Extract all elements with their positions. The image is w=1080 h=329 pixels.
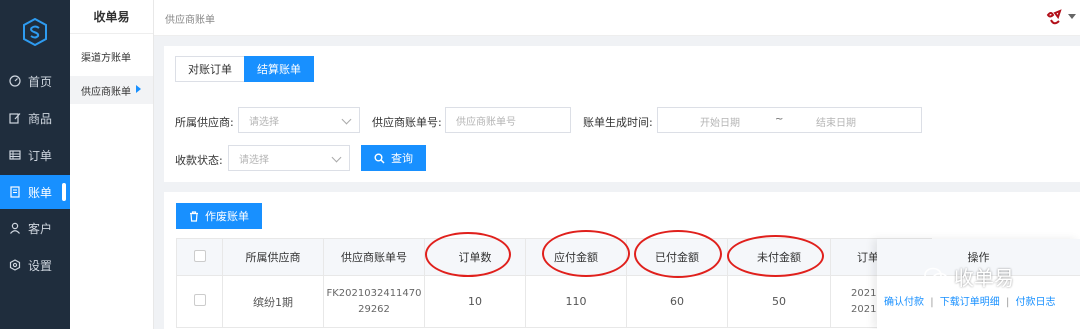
watermark: 收单易 xyxy=(924,262,1014,291)
sidebar-item-bills[interactable]: 账单 xyxy=(0,175,70,209)
chevron-down-icon[interactable] xyxy=(1068,14,1076,19)
date-start-placeholder: 开始日期 xyxy=(700,118,740,129)
bill-icon xyxy=(8,185,22,199)
column-header: 订单数 xyxy=(424,238,526,276)
filter-panel: 对账订单 结算账单 所属供应商: 请选择 供应商账单号: 供应商账单号 账单生成… xyxy=(164,46,1080,182)
wechat-icon xyxy=(924,267,948,287)
date-range-picker[interactable]: 开始日期 ~ 结束日期 xyxy=(657,107,922,133)
column-header: 所属供应商 xyxy=(222,238,324,276)
query-button-label: 查询 xyxy=(391,152,413,165)
sidebar-item-customers[interactable]: 客户 xyxy=(0,211,70,245)
supplier-label: 所属供应商: xyxy=(175,116,234,129)
column-header: 已付金额 xyxy=(626,238,728,276)
unpaid-cell: 50 xyxy=(727,275,831,328)
view-tabs: 对账订单 结算账单 xyxy=(175,56,314,82)
avatar[interactable] xyxy=(1042,6,1066,30)
bill-no-placeholder: 供应商账单号 xyxy=(456,116,516,128)
sidebar-item-orders[interactable]: 订单 xyxy=(0,138,70,172)
app-logo-icon xyxy=(23,18,47,46)
payable-cell: 110 xyxy=(525,275,627,328)
subnav-item-label: 渠道方账单 xyxy=(81,52,131,64)
tab-reconcile-orders[interactable]: 对账订单 xyxy=(175,56,245,82)
select-all-checkbox[interactable] xyxy=(193,249,206,262)
link-separator: | xyxy=(930,297,934,308)
top-header: 供应商账单 xyxy=(154,0,1080,36)
date-label: 账单生成时间: xyxy=(583,116,653,129)
query-button[interactable]: 查询 xyxy=(361,145,426,171)
column-header: 应付金额 xyxy=(525,238,627,276)
bill-no-label: 供应商账单号: xyxy=(372,116,442,129)
supplier-cell: 缤纷1期 xyxy=(222,275,324,328)
supplier-placeholder: 请选择 xyxy=(249,116,279,128)
sidebar-item-label: 客户 xyxy=(28,221,53,236)
operation-links: 确认付款 | 下载订单明细 | 付款日志 xyxy=(884,293,1056,308)
bill-no-line: FK2021032411470 xyxy=(326,287,422,299)
link-separator: | xyxy=(1005,297,1010,308)
settings-icon xyxy=(8,258,22,272)
paid-cell: 60 xyxy=(626,275,728,328)
tab-settlement-bills[interactable]: 结算账单 xyxy=(244,56,314,82)
caret-right-icon xyxy=(136,85,141,93)
date-separator: ~ xyxy=(775,114,784,125)
breadcrumb: 供应商账单 xyxy=(165,15,215,26)
status-select[interactable]: 请选择 xyxy=(228,145,350,171)
supplier-select[interactable]: 请选择 xyxy=(238,107,360,133)
user-icon xyxy=(8,221,22,235)
sidebar-item-settings[interactable]: 设置 xyxy=(0,248,70,282)
bill-no-cell: FK2021032411470 29262 xyxy=(323,275,425,328)
brand-title: 收单易 xyxy=(70,0,153,34)
subnav-item-supplier-bills[interactable]: 供应商账单 xyxy=(70,76,153,104)
list-icon xyxy=(8,148,22,162)
edit-icon xyxy=(8,111,22,125)
sidebar-item-home[interactable]: 首页 xyxy=(0,64,70,98)
row-checkbox[interactable] xyxy=(193,294,206,306)
sidebar-item-label: 商品 xyxy=(28,111,53,126)
payment-log-link[interactable]: 付款日志 xyxy=(1016,297,1056,308)
trash-icon xyxy=(189,210,199,222)
watermark-text: 收单易 xyxy=(954,266,1014,290)
row-select-cell[interactable] xyxy=(176,275,223,328)
dashboard-icon xyxy=(8,74,22,88)
confirm-payment-link[interactable]: 确认付款 xyxy=(884,297,924,308)
secondary-sidebar: 收单易 渠道方账单 供应商账单 xyxy=(70,0,154,329)
sidebar-item-products[interactable]: 商品 xyxy=(0,101,70,135)
main-sidebar: 首页 商品 订单 账单 客户 设置 xyxy=(0,0,70,329)
search-icon xyxy=(374,153,385,164)
select-all-cell[interactable] xyxy=(176,238,223,276)
chevron-down-icon xyxy=(331,152,342,163)
bill-no-input[interactable]: 供应商账单号 xyxy=(445,107,571,133)
column-header: 供应商账单号 xyxy=(323,238,425,276)
order-count-cell: 10 xyxy=(424,275,526,328)
sidebar-item-label: 账单 xyxy=(28,185,53,200)
sidebar-item-label: 设置 xyxy=(28,258,53,273)
void-bill-label: 作废账单 xyxy=(205,210,249,223)
date-end-placeholder: 结束日期 xyxy=(816,118,856,129)
bill-no-line: 29262 xyxy=(358,303,390,315)
column-header: 未付金额 xyxy=(727,238,831,276)
download-order-details-link[interactable]: 下载订单明细 xyxy=(940,297,1000,308)
subnav-item-channel-bills[interactable]: 渠道方账单 xyxy=(70,42,153,70)
bills-table: 所属供应商 供应商账单号 订单数 应付金额 已付金额 未付金额 订单所 缤纷1期… xyxy=(176,238,932,328)
status-label: 收款状态: xyxy=(175,154,223,167)
table-header-row: 所属供应商 供应商账单号 订单数 应付金额 已付金额 未付金额 订单所 xyxy=(176,238,932,276)
void-bill-button[interactable]: 作废账单 xyxy=(176,203,262,229)
sidebar-item-label: 订单 xyxy=(28,148,53,163)
sidebar-item-label: 首页 xyxy=(28,74,53,89)
status-placeholder: 请选择 xyxy=(239,154,269,166)
table-row: 缤纷1期 FK2021032411470 29262 10 110 60 50 … xyxy=(176,275,932,328)
chevron-down-icon xyxy=(341,114,352,125)
subnav-item-label: 供应商账单 xyxy=(81,86,131,98)
